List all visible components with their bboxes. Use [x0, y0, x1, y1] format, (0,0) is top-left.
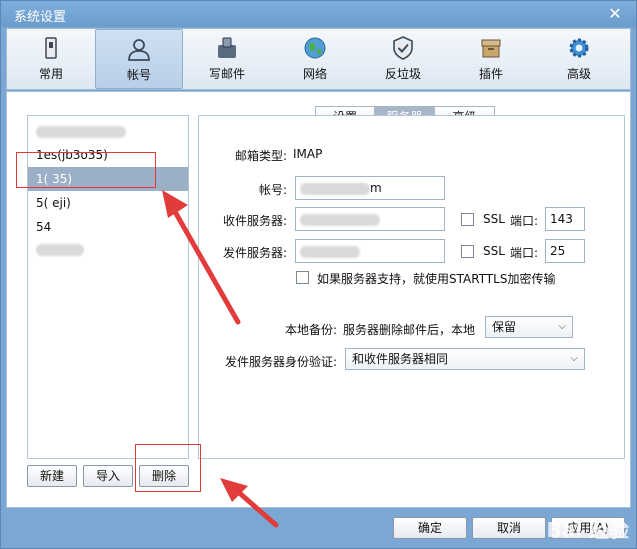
incoming-server-label: 收件服务器: — [222, 214, 287, 228]
toolbar-item-plugins[interactable]: 插件 — [447, 29, 535, 89]
incoming-ssl-label: SSL — [483, 212, 505, 226]
toolbar-item-advanced[interactable]: 高级 — [535, 29, 623, 89]
blurred-text — [300, 245, 360, 258]
globe-icon — [304, 37, 326, 59]
account-name: 5( eji) — [36, 196, 71, 210]
account-item[interactable]: 54 — [28, 215, 188, 239]
toolbar-label: 反垃圾 — [384, 67, 421, 81]
annotation-highlight-delete — [135, 444, 201, 492]
server-settings-box: 邮箱类型: IMAP 帐号: m 收件服务器: SSL 端口: 143 发件服务… — [198, 115, 625, 459]
toolbar-label: 常用 — [38, 67, 63, 81]
starttls-label: 如果服务器支持，就使用STARTTLS加密传输 — [317, 272, 556, 286]
toolbar-item-account[interactable]: 帐号 — [95, 29, 183, 89]
toolbar-item-general[interactable]: 常用 — [7, 29, 95, 89]
chevron-down-icon: ⌵ — [558, 321, 566, 332]
toolbar-label: 写邮件 — [208, 67, 245, 81]
toolbar-label: 高级 — [566, 67, 591, 81]
mailbox-type-label: 邮箱类型: — [234, 149, 287, 163]
blurred-text — [36, 125, 126, 138]
smtp-auth-label: 发件服务器身份验证: — [224, 355, 337, 369]
new-account-button[interactable]: 新建 — [27, 465, 77, 487]
outgoing-ssl-label: SSL — [483, 244, 505, 258]
shield-check-icon — [393, 36, 413, 60]
account-item[interactable] — [28, 119, 188, 143]
incoming-server-field[interactable] — [295, 207, 445, 231]
outgoing-ssl-checkbox[interactable] — [461, 245, 474, 258]
title-bar: 系统设置 ✕ — [1, 1, 636, 27]
toolbar-label: 插件 — [478, 67, 503, 81]
outgoing-server-label: 发件服务器: — [222, 246, 287, 260]
outgoing-port-label: 端口: — [510, 246, 539, 260]
plugin-box-icon — [481, 39, 501, 58]
annotation-highlight-account — [16, 152, 156, 188]
toolbar-label: 帐号 — [126, 68, 151, 82]
blurred-text — [300, 182, 370, 195]
incoming-port-label: 端口: — [510, 214, 539, 228]
close-icon[interactable]: ✕ — [606, 5, 624, 23]
baidu-watermark: Bai 经验 — [546, 518, 629, 542]
toolbar-label: 网络 — [302, 67, 327, 81]
import-account-button[interactable]: 导入 — [83, 465, 133, 487]
local-backup-value: 保留 — [492, 320, 517, 334]
smtp-auth-select[interactable]: 和收件服务器相同 ⌵ — [345, 348, 585, 370]
local-backup-label: 本地备份: — [284, 323, 337, 337]
account-item[interactable]: 5( eji) — [28, 191, 188, 215]
account-value: m — [370, 181, 382, 195]
ok-button[interactable]: 确定 — [393, 517, 467, 539]
toolbar-item-network[interactable]: 网络 — [271, 29, 359, 89]
blurred-text — [36, 243, 84, 256]
local-backup-desc: 服务器删除邮件后，本地 — [343, 323, 476, 337]
category-toolbar: 常用 帐号 写邮件 网络 反垃圾 插件 高级 — [6, 28, 631, 90]
mailbox-type-value: IMAP — [293, 147, 323, 161]
account-item[interactable] — [28, 237, 188, 261]
gear-icon — [569, 38, 589, 58]
window-title: 系统设置 — [14, 10, 67, 25]
outgoing-server-field[interactable] — [295, 239, 445, 263]
smtp-auth-value: 和收件服务器相同 — [352, 352, 449, 366]
chevron-down-icon: ⌵ — [570, 353, 578, 364]
settings-window: 系统设置 ✕ 常用 帐号 写邮件 网络 反垃圾 插件 高级 1es(jb3o35… — [0, 0, 637, 549]
blurred-text — [300, 213, 380, 226]
account-label: 帐号: — [258, 183, 287, 197]
account-name: 54 — [36, 220, 52, 234]
local-backup-select[interactable]: 保留 ⌵ — [485, 316, 573, 338]
incoming-port-field[interactable]: 143 — [545, 207, 585, 231]
settings-panel-icon — [45, 37, 57, 59]
incoming-ssl-checkbox[interactable] — [461, 213, 474, 226]
toolbar-item-antispam[interactable]: 反垃圾 — [359, 29, 447, 89]
account-field[interactable]: m — [295, 176, 445, 200]
toolbar-item-compose[interactable]: 写邮件 — [183, 29, 271, 89]
user-account-icon — [128, 39, 150, 61]
cancel-button[interactable]: 取消 — [472, 517, 546, 539]
write-mail-icon — [218, 37, 236, 58]
outgoing-port-field[interactable]: 25 — [545, 239, 585, 263]
starttls-checkbox[interactable] — [296, 271, 309, 284]
